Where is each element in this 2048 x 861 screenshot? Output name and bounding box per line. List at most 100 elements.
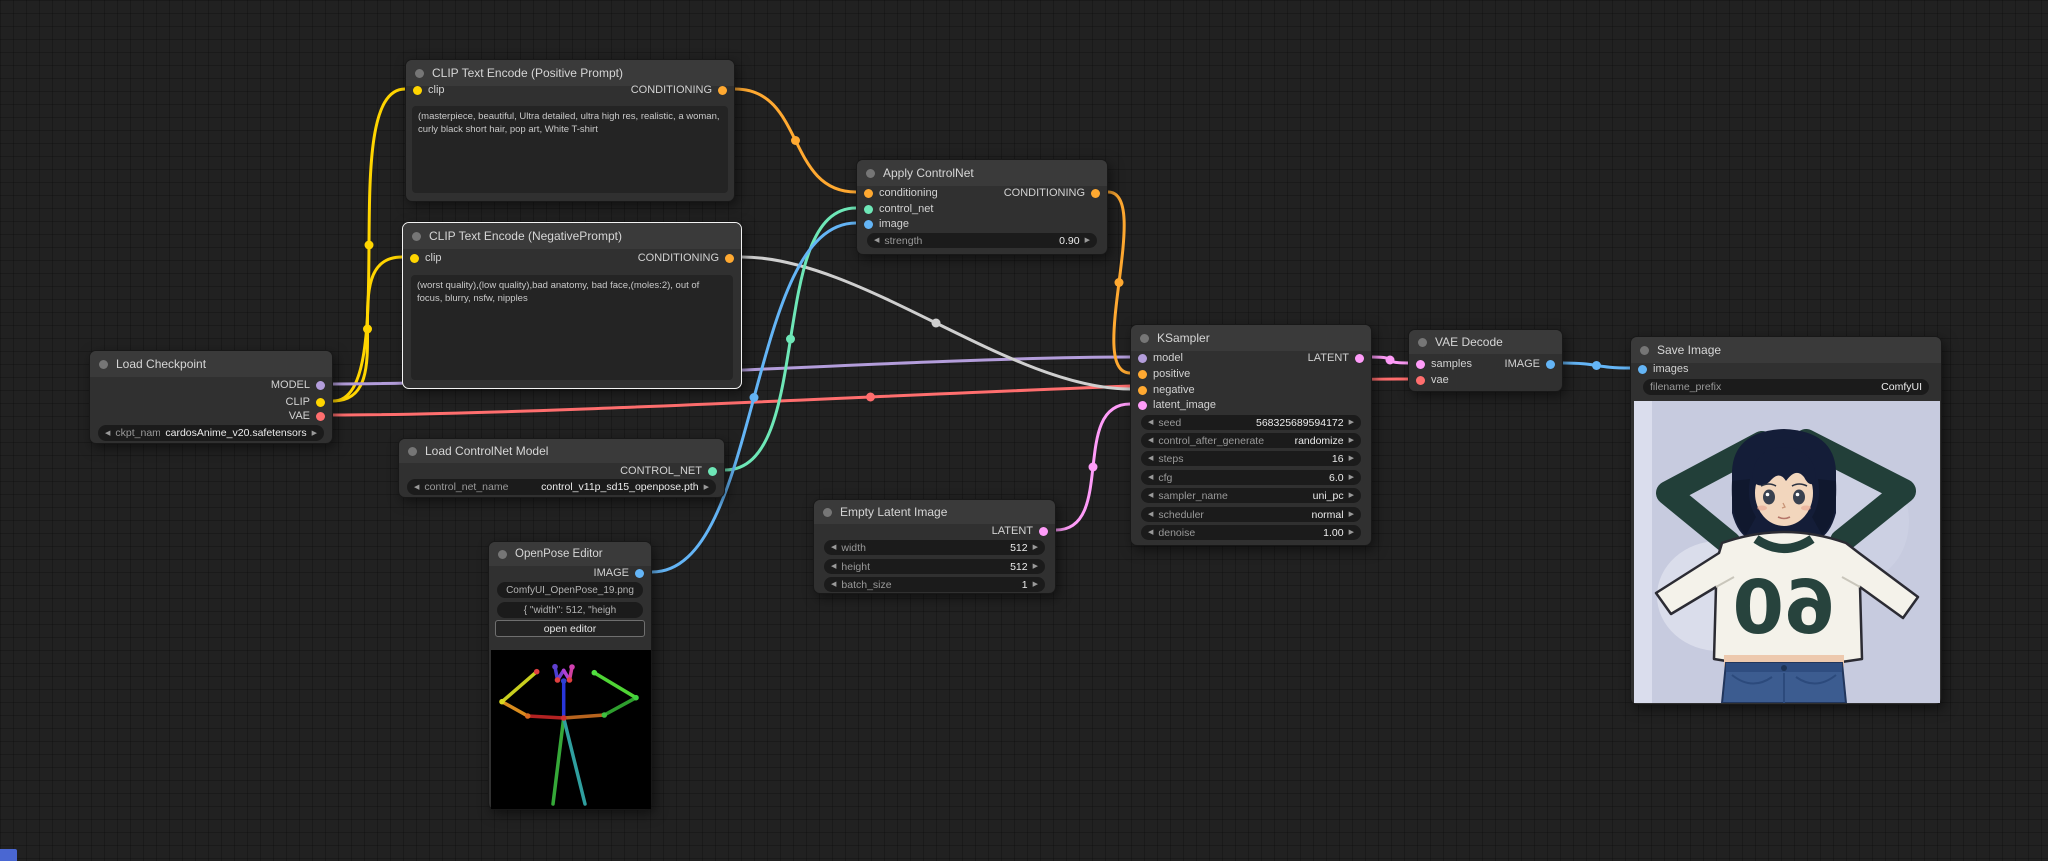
decrement-arrow-icon[interactable]: ◀ — [414, 484, 419, 491]
decrement-arrow-icon[interactable]: ◀ — [105, 430, 110, 437]
image-output-port[interactable] — [635, 568, 644, 578]
collapse-dot-icon[interactable] — [412, 231, 421, 241]
decrement-arrow-icon[interactable]: ◀ — [1148, 529, 1153, 536]
decrement-arrow-icon[interactable]: ◀ — [831, 544, 836, 551]
node-empty-latent-image[interactable]: Empty Latent Image LATENT ◀ width 512 ▶ … — [813, 499, 1056, 594]
seed-number-widget[interactable]: ◀ seed 568325689594172 ▶ — [1141, 415, 1361, 430]
width-number-widget[interactable]: ◀ width 512 ▶ — [824, 540, 1045, 555]
node-title-bar[interactable]: VAE Decode — [1409, 330, 1562, 354]
node-apply-controlnet[interactable]: Apply ControlNet conditioning CONDITIONI… — [856, 159, 1108, 255]
strength-number-widget[interactable]: ◀ strength 0.90 ▶ — [867, 233, 1097, 248]
decrement-arrow-icon[interactable]: ◀ — [831, 563, 836, 570]
node-graph-canvas[interactable]: CLIP Text Encode (Positive Prompt) clip … — [0, 0, 2048, 861]
collapse-dot-icon[interactable] — [1640, 345, 1649, 355]
increment-arrow-icon[interactable]: ▶ — [312, 430, 317, 437]
scheduler-combo[interactable]: ◀ scheduler normal ▶ — [1141, 507, 1361, 522]
increment-arrow-icon[interactable]: ▶ — [1349, 529, 1354, 536]
collapse-dot-icon[interactable] — [99, 359, 108, 369]
link-midpoint-dot[interactable] — [1385, 355, 1395, 365]
images-input-port[interactable] — [1638, 364, 1647, 374]
link-midpoint-dot[interactable] — [749, 393, 759, 402]
increment-arrow-icon[interactable]: ▶ — [1349, 492, 1354, 499]
increment-arrow-icon[interactable]: ▶ — [1349, 455, 1354, 462]
latent-output-port[interactable] — [1039, 526, 1048, 536]
conditioning-output-port[interactable] — [1091, 188, 1100, 198]
node-title-bar[interactable]: CLIP Text Encode (NegativePrompt) — [403, 223, 741, 249]
node-openpose-editor[interactable]: OpenPose Editor IMAGE ComfyUI_OpenPose_1… — [488, 541, 652, 810]
link-midpoint-dot[interactable] — [1088, 462, 1098, 472]
node-ksampler[interactable]: KSampler model LATENT positive negative … — [1130, 324, 1372, 546]
control-net-name-combo[interactable]: ◀ control_net_name control_v11p_sd15_ope… — [407, 479, 716, 495]
link-midpoint-dot[interactable] — [1592, 361, 1601, 370]
link-midpoint-dot[interactable] — [791, 136, 800, 145]
decrement-arrow-icon[interactable]: ◀ — [1148, 419, 1153, 426]
collapse-dot-icon[interactable] — [1418, 337, 1427, 347]
node-clip-text-encode-negative[interactable]: CLIP Text Encode (NegativePrompt) clip C… — [402, 222, 742, 389]
pose-filename-widget[interactable]: ComfyUI_OpenPose_19.png — [497, 582, 643, 598]
negative-input-port[interactable] — [1138, 385, 1147, 395]
increment-arrow-icon[interactable]: ▶ — [1349, 511, 1354, 518]
decrement-arrow-icon[interactable]: ◀ — [1148, 511, 1153, 518]
node-save-image[interactable]: Save Image images filename_prefix ComfyU… — [1630, 336, 1942, 705]
image-input-port[interactable] — [864, 219, 873, 229]
vae-output-port[interactable] — [316, 411, 325, 421]
conditioning-output-port[interactable] — [725, 253, 734, 263]
link-midpoint-dot[interactable] — [364, 240, 374, 250]
increment-arrow-icon[interactable]: ▶ — [1085, 237, 1090, 244]
link-midpoint-dot[interactable] — [786, 334, 795, 344]
link-midpoint-dot[interactable] — [363, 324, 372, 334]
decrement-arrow-icon[interactable]: ◀ — [1148, 474, 1153, 481]
node-title-bar[interactable]: OpenPose Editor — [489, 542, 651, 566]
node-load-controlnet-model[interactable]: Load ControlNet Model CONTROL_NET ◀ cont… — [398, 438, 725, 498]
increment-arrow-icon[interactable]: ▶ — [1033, 544, 1038, 551]
control-net-output-port[interactable] — [708, 466, 717, 476]
cfg-number-widget[interactable]: ◀ cfg 6.0 ▶ — [1141, 470, 1361, 485]
conditioning-output-port[interactable] — [718, 85, 727, 95]
increment-arrow-icon[interactable]: ▶ — [1349, 437, 1354, 444]
latent-image-input-port[interactable] — [1138, 400, 1147, 410]
batch-size-number-widget[interactable]: ◀ batch_size 1 ▶ — [824, 577, 1045, 592]
open-editor-button[interactable]: open editor — [495, 620, 645, 637]
model-output-port[interactable] — [316, 380, 325, 390]
collapse-dot-icon[interactable] — [408, 446, 417, 456]
collapse-dot-icon[interactable] — [1140, 333, 1149, 343]
link-midpoint-dot[interactable] — [1114, 278, 1124, 287]
positive-prompt-textarea[interactable]: (masterpiece, beautiful, Ultra detailed,… — [412, 106, 728, 193]
steps-number-widget[interactable]: ◀ steps 16 ▶ — [1141, 451, 1361, 466]
clip-output-port[interactable] — [316, 397, 325, 407]
denoise-number-widget[interactable]: ◀ denoise 1.00 ▶ — [1141, 525, 1361, 540]
sampler-name-combo[interactable]: ◀ sampler_name uni_pc ▶ — [1141, 488, 1361, 503]
increment-arrow-icon[interactable]: ▶ — [1349, 474, 1354, 481]
control-net-input-port[interactable] — [864, 204, 873, 214]
latent-output-port[interactable] — [1355, 353, 1364, 363]
decrement-arrow-icon[interactable]: ◀ — [1148, 437, 1153, 444]
filename-prefix-text-widget[interactable]: filename_prefix ComfyUI — [1643, 379, 1929, 395]
negative-prompt-textarea[interactable]: (worst quality),(low quality),bad anatom… — [411, 275, 733, 380]
increment-arrow-icon[interactable]: ▶ — [704, 484, 709, 491]
vae-input-port[interactable] — [1416, 375, 1425, 385]
ckpt-name-combo[interactable]: ◀ ckpt_name cardosAnime_v20.safetensors … — [98, 425, 324, 441]
node-title-bar[interactable]: KSampler — [1131, 325, 1371, 351]
increment-arrow-icon[interactable]: ▶ — [1349, 419, 1354, 426]
collapse-dot-icon[interactable] — [415, 68, 424, 78]
node-title-bar[interactable]: Load Checkpoint — [90, 351, 332, 377]
node-title-bar[interactable]: Empty Latent Image — [814, 500, 1055, 524]
link-midpoint-dot[interactable] — [931, 318, 941, 328]
collapse-dot-icon[interactable] — [823, 507, 832, 517]
increment-arrow-icon[interactable]: ▶ — [1033, 563, 1038, 570]
image-output-port[interactable] — [1546, 359, 1555, 369]
node-load-checkpoint[interactable]: Load Checkpoint MODEL CLIP VAE ◀ ckpt_na… — [89, 350, 333, 444]
control-after-generate-combo[interactable]: ◀ control_after_generate randomize ▶ — [1141, 433, 1361, 448]
collapse-dot-icon[interactable] — [866, 168, 875, 178]
node-title-bar[interactable]: Save Image — [1631, 337, 1941, 363]
link-midpoint-dot[interactable] — [866, 392, 875, 402]
height-number-widget[interactable]: ◀ height 512 ▶ — [824, 559, 1045, 574]
node-title-bar[interactable]: Load ControlNet Model — [399, 439, 724, 463]
decrement-arrow-icon[interactable]: ◀ — [1148, 455, 1153, 462]
node-title-bar[interactable]: Apply ControlNet — [857, 160, 1107, 186]
pose-json-widget[interactable]: { "width": 512, "heigh — [497, 602, 643, 618]
collapse-dot-icon[interactable] — [498, 549, 507, 559]
decrement-arrow-icon[interactable]: ◀ — [831, 581, 836, 588]
increment-arrow-icon[interactable]: ▶ — [1033, 581, 1038, 588]
node-vae-decode[interactable]: VAE Decode samples IMAGE vae — [1408, 329, 1563, 392]
